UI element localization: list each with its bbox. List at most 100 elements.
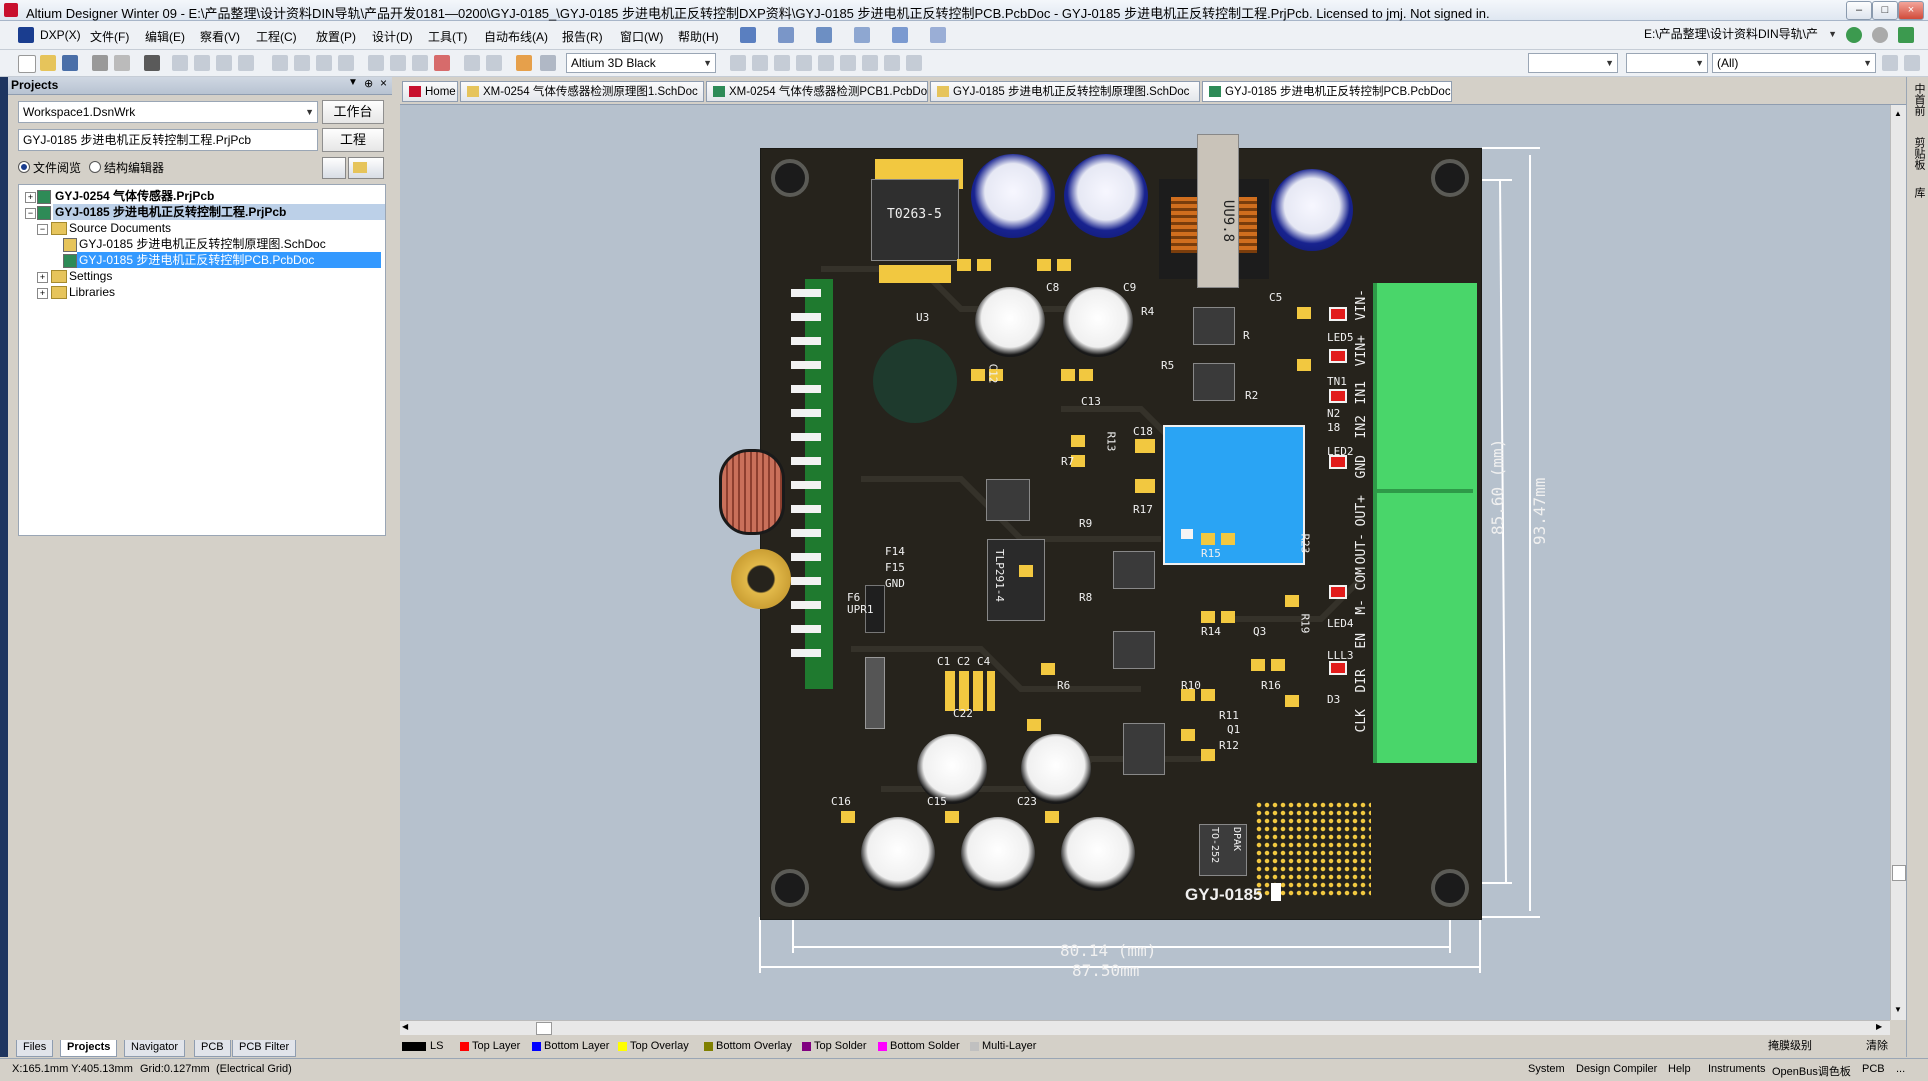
pcb-3d-canvas[interactable]: 80.14 (mm) 87.50mm 85.60 (mm) 93.47mm T0… (400, 105, 1890, 1020)
menu-place[interactable]: 放置(P) (316, 28, 356, 45)
menu-dxp[interactable]: DXP(X) (40, 28, 81, 42)
expand-icon[interactable]: + (25, 192, 36, 203)
tool-place-icon[interactable] (854, 27, 870, 43)
tool-rule-icon[interactable] (892, 27, 908, 43)
project-field[interactable]: GYJ-0185 步进电机正反转控制工程.PrjPcb (18, 129, 318, 151)
zoom-fit-icon[interactable] (194, 55, 210, 71)
path-combo[interactable]: E:\产品整理\设计资料DIN导轨\产 ▼ (1640, 25, 1840, 45)
maximize-button[interactable]: □ (1872, 1, 1898, 20)
copy-icon[interactable] (294, 55, 310, 71)
diff-pair-icon[interactable] (752, 55, 768, 71)
workspace-select[interactable]: Workspace1.DsnWrk ▼ (18, 101, 318, 123)
status-system[interactable]: System (1528, 1063, 1565, 1075)
tool-align-icon[interactable] (778, 27, 794, 43)
minimize-button[interactable]: – (1846, 1, 1872, 20)
menu-file[interactable]: 文件(F) (90, 28, 129, 45)
view-config-select[interactable]: Altium 3D Black ▼ (566, 53, 716, 73)
menu-project[interactable]: 工程(C) (256, 28, 297, 45)
layer-top-overlay[interactable]: Top Overlay (616, 1038, 689, 1054)
menu-help[interactable]: 帮助(H) (678, 28, 719, 45)
component-icon[interactable] (906, 55, 922, 71)
tab-pcb-filter[interactable]: PCB Filter (232, 1040, 297, 1057)
rubber-stamp-icon[interactable] (338, 55, 354, 71)
deselect-icon[interactable] (412, 55, 428, 71)
select-area-icon[interactable] (368, 55, 384, 71)
forward-icon[interactable] (1872, 27, 1888, 43)
layer-top-solder[interactable]: Top Solder (800, 1038, 867, 1054)
print-preview-icon[interactable] (114, 55, 130, 71)
clear-icon[interactable] (434, 55, 450, 71)
3d-icon[interactable] (144, 55, 160, 71)
tab-projects[interactable]: Projects (60, 1040, 118, 1057)
doc-tab-home[interactable]: Home (402, 81, 458, 102)
workspace-button[interactable]: 工作台 (322, 100, 384, 124)
close-button[interactable]: × (1898, 1, 1924, 20)
tree-item-gyj0185[interactable]: GYJ-0185 步进电机正反转控制工程.PrjPcb (53, 204, 385, 220)
pad-icon[interactable] (774, 55, 790, 71)
vertical-scrollbar[interactable]: ▲ ▼ (1890, 105, 1907, 1020)
tab-navigator[interactable]: Navigator (124, 1040, 186, 1057)
open-icon[interactable] (40, 55, 56, 71)
cut-icon[interactable] (272, 55, 288, 71)
tree-item-gyj0254[interactable]: GYJ-0254 气体传感器.PrjPcb (55, 188, 214, 204)
collapse-icon[interactable]: − (37, 224, 48, 235)
tree-item-source-documents[interactable]: Source Documents (69, 220, 171, 236)
tool-grid-icon[interactable] (930, 27, 946, 43)
tree-item-pcbdoc[interactable]: GYJ-0185 步进电机正反转控制PCB.PcbDoc (77, 252, 381, 268)
cross-probe-icon[interactable] (516, 55, 532, 71)
arc-icon[interactable] (818, 55, 834, 71)
doc-tab-xm0254-sch[interactable]: XM-0254 气体传感器检测原理图1.SchDoc (460, 81, 704, 102)
right-dock-tab-library[interactable]: 库 (1911, 187, 1927, 198)
back-icon[interactable] (1846, 27, 1862, 43)
layer-bottom[interactable]: Bottom Layer (530, 1038, 609, 1054)
menu-autoroute[interactable]: 自动布线(A) (484, 28, 548, 45)
menu-view[interactable]: 察看(V) (200, 28, 240, 45)
undo-icon[interactable] (464, 55, 480, 71)
layer-multi[interactable]: Multi-Layer (968, 1038, 1036, 1054)
string-icon[interactable] (884, 55, 900, 71)
status-openbus[interactable]: OpenBus调色板 (1772, 1063, 1851, 1079)
scroll-right-icon[interactable]: ▶ (1876, 1022, 1882, 1031)
layer-bottom-solder[interactable]: Bottom Solder (876, 1038, 960, 1054)
layer-ls[interactable]: LS (400, 1038, 443, 1054)
zoom-filter-icon[interactable] (238, 55, 254, 71)
clear-button[interactable]: 清除 (1866, 1038, 1888, 1054)
tool-route-icon[interactable] (740, 27, 756, 43)
move-icon[interactable] (390, 55, 406, 71)
scroll-up-icon[interactable]: ▲ (1894, 109, 1902, 118)
tool-select-icon[interactable] (816, 27, 832, 43)
tree-item-schdoc[interactable]: GYJ-0185 步进电机正反转控制原理图.SchDoc (79, 236, 326, 252)
layer-filter-select[interactable]: ▼ (1528, 53, 1618, 73)
fill-icon[interactable] (840, 55, 856, 71)
status-help[interactable]: Help (1668, 1063, 1691, 1075)
menu-window[interactable]: 窗口(W) (620, 28, 663, 45)
browse-component-icon[interactable] (540, 55, 556, 71)
clear-filter-icon[interactable] (1904, 55, 1920, 71)
polygon-icon[interactable] (862, 55, 878, 71)
project-button[interactable]: 工程 (322, 128, 384, 152)
interactive-route-icon[interactable] (730, 55, 746, 71)
folder-options-icon[interactable] (348, 157, 384, 179)
print-icon[interactable] (92, 55, 108, 71)
layer-bottom-overlay[interactable]: Bottom Overlay (702, 1038, 792, 1054)
panel-menu-icon[interactable]: ▼ (348, 77, 358, 88)
scroll-down-icon[interactable]: ▼ (1894, 1005, 1902, 1014)
status-design-compiler[interactable]: Design Compiler (1576, 1063, 1657, 1075)
new-icon[interactable] (18, 55, 36, 73)
menu-reports[interactable]: 报告(R) (562, 28, 603, 45)
net-filter-select[interactable]: ▼ (1626, 53, 1708, 73)
doc-tab-gyj0185-pcb[interactable]: GYJ-0185 步进电机正反转控制PCB.PcbDoc (1202, 81, 1452, 102)
doc-tab-gyj0185-sch[interactable]: GYJ-0185 步进电机正反转控制原理图.SchDoc (930, 81, 1200, 102)
home-nav-icon[interactable] (1898, 27, 1914, 43)
scroll-left-icon[interactable]: ◀ (402, 1022, 408, 1031)
paste-icon[interactable] (316, 55, 332, 71)
status-more[interactable]: ... (1896, 1063, 1905, 1075)
expand-icon[interactable]: + (37, 288, 48, 299)
pin-icon[interactable]: ⊕ (364, 77, 373, 90)
status-pcb[interactable]: PCB (1862, 1063, 1885, 1075)
menu-design[interactable]: 设计(D) (372, 28, 413, 45)
radio-file-view[interactable] (18, 161, 30, 173)
right-dock-tab-1[interactable]: 中首前 (1911, 83, 1927, 116)
save-icon[interactable] (62, 55, 78, 71)
expand-icon[interactable]: + (37, 272, 48, 283)
